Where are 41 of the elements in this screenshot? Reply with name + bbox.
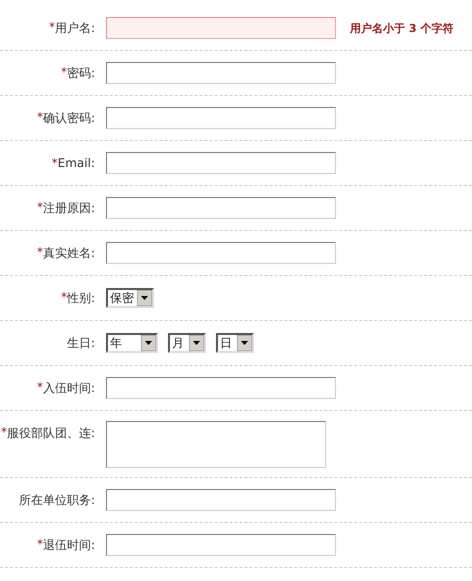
input-field[interactable] [106,489,336,511]
dropdown[interactable]: 年 [106,333,158,353]
input-field[interactable] [106,152,336,174]
input-field[interactable] [106,17,336,39]
field-label: 用户名: [54,20,95,36]
field-label: 密码: [66,64,95,82]
caret-icon [237,335,252,351]
input-field[interactable] [106,534,336,556]
required-mark: * [36,110,43,126]
input-field[interactable] [106,377,336,399]
required-mark: * [60,64,67,80]
required-mark: * [36,200,43,216]
text-area[interactable] [106,421,326,468]
required-mark: * [36,244,43,260]
error-message: 用户名小于 3 个字符 [350,20,454,36]
input-field[interactable] [106,197,336,219]
dropdown[interactable]: 月 [168,333,206,353]
dropdown[interactable]: 日 [216,333,254,353]
field-label: 真实姓名: [42,244,95,262]
input-field[interactable] [106,242,336,264]
field-label: 所在单位职务: [18,492,95,508]
field-label: 确认密码: [42,110,95,126]
field-label: 性别: [66,290,95,306]
field-label: 注册原因: [42,200,95,216]
required-mark: * [0,425,7,441]
caret-icon [141,335,156,351]
required-mark: * [36,380,43,396]
input-field[interactable] [106,107,336,129]
caret-icon [137,290,152,306]
input-field[interactable] [106,62,336,84]
required-mark: * [36,536,43,552]
required-mark: * [60,290,67,304]
field-label: 服役部队团、连: [6,425,95,442]
required-mark: * [48,20,55,36]
field-label: 入伍时间: [42,380,95,396]
dropdown[interactable]: 保密 [106,288,154,308]
required-mark: * [52,156,58,170]
caret-icon [189,335,204,351]
field-label: 生日: [66,334,95,352]
field-label: Email: [58,156,95,170]
field-label: 退伍时间: [42,536,95,554]
